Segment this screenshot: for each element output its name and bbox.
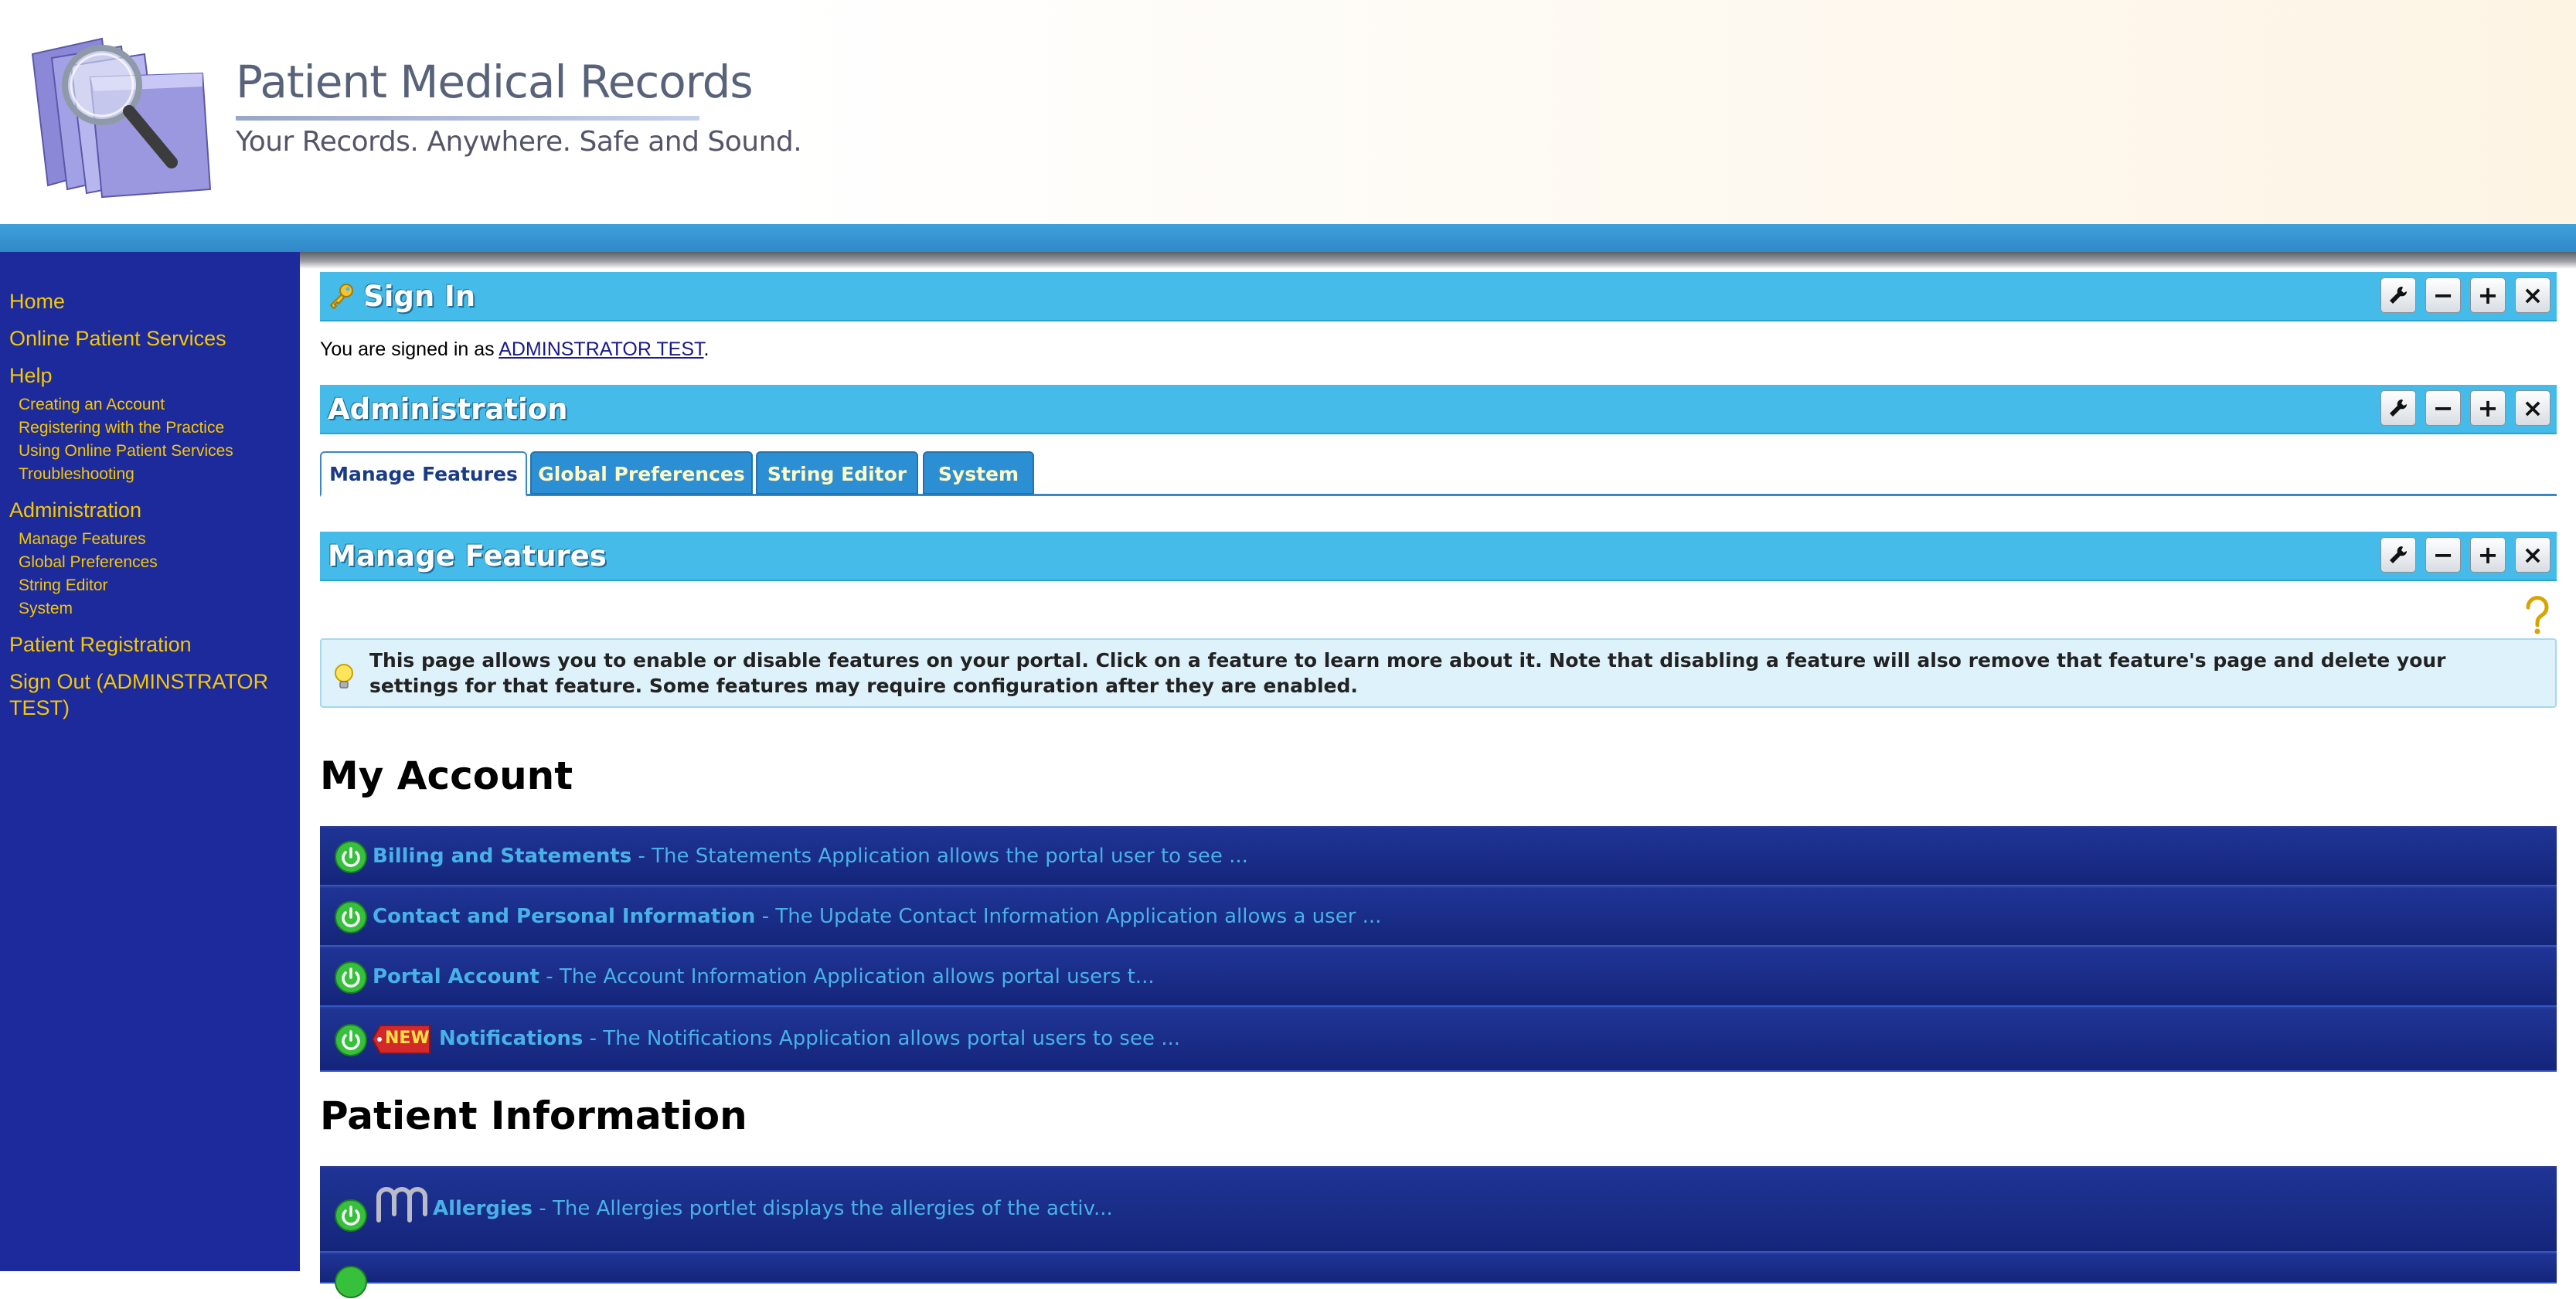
sidebar-item-string-editor[interactable]: String Editor	[19, 576, 108, 595]
feature-name: Notifications	[439, 1027, 584, 1050]
maximize-button[interactable]: +	[2470, 390, 2506, 426]
sidebar-item-troubleshooting[interactable]: Troubleshooting	[19, 465, 134, 484]
feature-label: Portal Account - The Account Information…	[373, 965, 1155, 988]
maximize-button[interactable]: +	[2470, 537, 2506, 573]
folders-magnifier-logo	[31, 37, 212, 199]
signin-title: Sign In	[363, 280, 476, 313]
feature-label: Allergies - The Allergies portlet displa…	[433, 1197, 1113, 1220]
settings-button[interactable]	[2380, 390, 2416, 426]
sidebar-item-system[interactable]: System	[19, 600, 73, 618]
site-tagline: Your Records. Anywhere. Safe and Sound.	[236, 126, 802, 158]
mu-logo-icon	[376, 1187, 427, 1222]
power-on-icon	[335, 1199, 367, 1232]
signed-in-status: You are signed in as ADMINSTRATOR TEST.	[320, 338, 709, 361]
sidebar-item-global-preferences[interactable]: Global Preferences	[19, 553, 158, 572]
feature-description: - The Account Information Application al…	[539, 965, 1155, 988]
site-title: Patient Medical Records	[236, 56, 754, 108]
lightbulb-icon	[335, 664, 353, 689]
power-on-icon	[335, 1266, 367, 1298]
sidebar-item-home[interactable]: Home	[9, 288, 288, 315]
feature-description: - The Allergies portlet displays the all…	[533, 1197, 1113, 1220]
header-accent-bar	[0, 224, 2576, 252]
feature-name: Contact and Personal Information	[373, 905, 756, 928]
wrench-icon	[2390, 286, 2408, 304]
wrench-icon	[2390, 546, 2408, 563]
power-on-icon	[335, 841, 367, 873]
feature-row[interactable]: NEW Notifications - The Notifications Ap…	[320, 1007, 2557, 1072]
signin-portlet-bar: Sign In − + ×	[320, 272, 2557, 321]
feature-row[interactable]: Billing and Statements - The Statements …	[320, 826, 2557, 886]
sidebar-item-using-services[interactable]: Using Online Patient Services	[19, 442, 233, 461]
feature-name: Portal Account	[373, 965, 539, 988]
feature-row[interactable]: Contact and Personal Information - The U…	[320, 886, 2557, 947]
manage-features-title: Manage Features	[328, 539, 607, 573]
tab-global-preferences[interactable]: Global Preferences	[530, 451, 753, 495]
sidebar-nav: Home Online Patient Services Help Creati…	[0, 252, 300, 1271]
minimize-button[interactable]: −	[2425, 277, 2461, 313]
key-icon	[329, 284, 353, 309]
header-shadow	[0, 252, 2576, 269]
sidebar-item-patient-registration[interactable]: Patient Registration	[9, 631, 288, 658]
sidebar-item-administration[interactable]: Administration	[9, 497, 288, 523]
section-title-patient-information: Patient Information	[320, 1093, 747, 1138]
feature-row[interactable]: Allergies - The Allergies portlet displa…	[320, 1166, 2557, 1253]
tab-system[interactable]: System	[923, 451, 1034, 495]
close-button[interactable]: ×	[2515, 277, 2550, 313]
help-icon[interactable]	[2521, 595, 2554, 635]
close-button[interactable]: ×	[2515, 390, 2550, 426]
signed-in-prefix: You are signed in as	[320, 338, 499, 360]
feature-row[interactable]	[320, 1253, 2557, 1298]
power-on-icon	[335, 901, 367, 933]
sidebar-item-manage-features[interactable]: Manage Features	[19, 530, 146, 549]
feature-description: - The Update Contact Information Applica…	[755, 905, 1382, 928]
sidebar-item-creating-account[interactable]: Creating an Account	[19, 396, 165, 414]
sidebar-item-sign-out[interactable]: Sign Out (ADMINSTRATOR TEST)	[9, 668, 272, 721]
sidebar-item-registering[interactable]: Registering with the Practice	[19, 419, 224, 437]
feature-description: - The Statements Application allows the …	[631, 845, 1248, 868]
minimize-button[interactable]: −	[2425, 390, 2461, 426]
section-title-my-account: My Account	[320, 753, 573, 798]
logo-divider	[236, 116, 699, 121]
feature-description: - The Notifications Application allows p…	[583, 1027, 1181, 1050]
user-link[interactable]: ADMINSTRATOR TEST	[499, 338, 703, 360]
power-on-icon	[335, 1024, 367, 1056]
settings-button[interactable]	[2380, 277, 2416, 313]
sidebar-item-online-patient-services[interactable]: Online Patient Services	[9, 325, 288, 352]
new-badge: NEW	[373, 1024, 431, 1055]
wrench-icon	[2390, 399, 2408, 417]
settings-button[interactable]	[2380, 537, 2416, 573]
feature-label: Notifications - The Notifications Applic…	[439, 1027, 1180, 1050]
signed-in-suffix: .	[703, 338, 710, 360]
feature-name: Allergies	[433, 1197, 533, 1220]
feature-label: Contact and Personal Information - The U…	[373, 905, 1381, 928]
administration-portlet-bar: Administration − + ×	[320, 385, 2557, 434]
maximize-button[interactable]: +	[2470, 277, 2506, 313]
tab-manage-features[interactable]: Manage Features	[320, 451, 527, 497]
new-badge-label: NEW	[385, 1029, 430, 1048]
site-header: Patient Medical Records Your Records. An…	[0, 0, 2576, 224]
sidebar-item-help[interactable]: Help	[9, 362, 288, 389]
info-text: This page allows you to enable or disabl…	[369, 649, 2446, 697]
feature-row[interactable]: Portal Account - The Account Information…	[320, 947, 2557, 1007]
close-button[interactable]: ×	[2515, 537, 2550, 573]
manage-features-portlet-bar: Manage Features − + ×	[320, 532, 2557, 581]
minimize-button[interactable]: −	[2425, 537, 2461, 573]
feature-name: Billing and Statements	[373, 845, 632, 868]
feature-label: Billing and Statements - The Statements …	[373, 845, 1248, 868]
power-on-icon	[335, 961, 367, 994]
tab-string-editor[interactable]: String Editor	[756, 451, 918, 495]
administration-title: Administration	[328, 393, 568, 426]
info-message: This page allows you to enable or disabl…	[320, 638, 2557, 708]
